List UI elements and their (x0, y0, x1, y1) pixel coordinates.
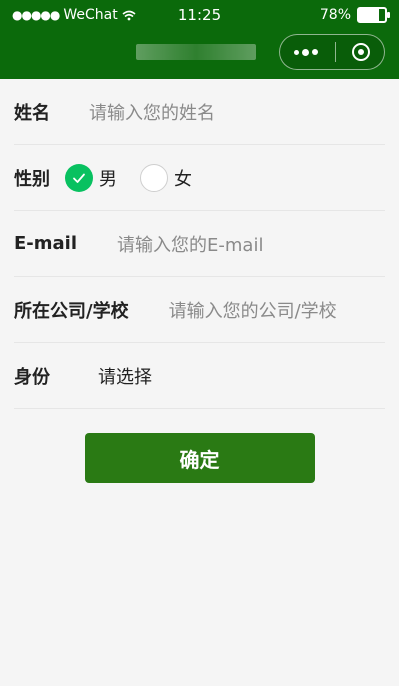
radio-checked-icon[interactable] (65, 163, 93, 192)
target-icon[interactable] (352, 43, 370, 61)
info-form: 姓名 请输入您的姓名 性别 男 女 E-mail 请输入您的E-mail 所在公… (0, 79, 399, 409)
battery-area: 78% (319, 7, 390, 23)
identity-label: 身份 (14, 366, 50, 388)
company-row: 所在公司/学校 请输入您的公司/学校 (14, 277, 385, 343)
top-bar: ●●●●● WeChat 11:25 78% (0, 0, 399, 79)
identity-select[interactable]: 请选择 (98, 363, 152, 389)
company-input[interactable]: 请输入您的公司/学校 (169, 297, 337, 323)
confirm-wrap: 确定 (0, 433, 399, 483)
radio-unchecked-icon[interactable] (140, 163, 168, 192)
gender-female-option[interactable]: 女 (140, 163, 192, 192)
confirm-button[interactable]: 确定 (84, 433, 315, 483)
gender-female-label: 女 (174, 168, 192, 190)
name-input[interactable]: 请输入您的姓名 (89, 99, 215, 125)
more-dots-icon[interactable] (294, 48, 318, 56)
name-row: 姓名 请输入您的姓名 (14, 79, 385, 145)
signal-area: ●●●●● WeChat (12, 7, 136, 23)
clock: 11:25 (177, 6, 222, 24)
company-label: 所在公司/学校 (14, 300, 129, 322)
name-label: 姓名 (14, 102, 50, 124)
wifi-icon (122, 10, 136, 20)
email-row: E-mail 请输入您的E-mail (14, 211, 385, 277)
gender-row: 性别 男 女 (14, 145, 385, 211)
capsule-divider (334, 42, 336, 62)
battery-percent: 78% (319, 7, 351, 23)
gender-label: 性别 (14, 168, 50, 190)
email-input[interactable]: 请输入您的E-mail (117, 231, 263, 257)
gender-male-option[interactable]: 男 (65, 163, 117, 192)
carrier-name: WeChat (63, 7, 118, 23)
page-title-blurred (136, 44, 256, 60)
signal-dots-icon: ●●●●● (12, 8, 60, 22)
identity-row[interactable]: 身份 请选择 (14, 343, 385, 409)
capsule-menu (279, 34, 385, 70)
gender-male-label: 男 (99, 168, 117, 190)
status-bar: ●●●●● WeChat 11:25 78% (0, 0, 399, 30)
battery-icon (357, 7, 390, 23)
email-label: E-mail (14, 233, 78, 254)
